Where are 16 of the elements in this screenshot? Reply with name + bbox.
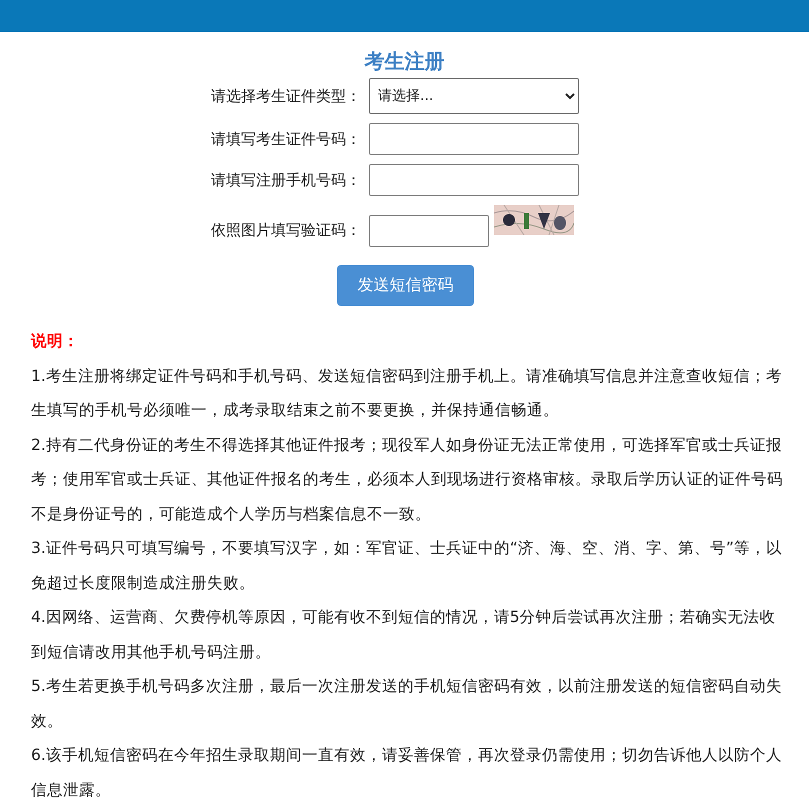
note-paragraph: 2.持有二代身份证的考生不得选择其他证件报考；现役军人如身份证无法正常使用，可选择军官或士兵证报考；使用军官或士兵证、其他证件报名的考生，必须本人到现场进行资格审核。录取后学历认证的证件号码不是身份证号的，可能造成个人学历与档案信息不一致。: [31, 434, 783, 524]
note-paragraph: 3.证件号码只可填写编号，不要填写汉字，如：军官证、士兵证中的“济、海、空、消、字、第、号”等，以免超过长度限制造成注册失败。: [31, 538, 783, 594]
input-field[interactable]: [369, 123, 579, 155]
captcha-field[interactable]: [369, 215, 489, 247]
note-paragraph: 4.因网络、运营商、欠费停机等原因，可能有收不到短信的情况，请5分钟后尝试再次注册；若确实无法收到短信请改用其他手机号码注册。: [31, 607, 777, 662]
notes-heading: 说明：: [31, 331, 80, 352]
note-paragraph: 1.考生注册将绑定证件号码和手机号码、发送短信密码到注册手机上。请准确填写信息并注意查收短信；考生填写的手机号必须唯一，成考录取结束之前不要更换，并保持通信畅通。: [31, 366, 783, 421]
field-label: 请填写考生证件号码：: [211, 130, 362, 148]
page-title: 考生注册: [363, 48, 446, 74]
field-label: 请填写注册手机号码：: [211, 170, 362, 190]
note-paragraph: 6.该手机短信密码在今年招生录取期间一直有效，请妥善保管，再次登录仍需使用；切勿告诉他人以防个人信息泄露。: [31, 745, 783, 800]
field-label: 请选择考生证件类型：: [211, 86, 362, 106]
input-field[interactable]: [369, 164, 579, 196]
field-label: 依照图片填写验证码：: [211, 220, 362, 240]
id-type-dropdown[interactable]: 请选择...: [369, 78, 579, 114]
note-paragraph: 5.考生若更换手机号码多次注册，最后一次注册发送的手机短信密码有效，以前注册发送的短信密码自动失效。: [31, 676, 783, 732]
